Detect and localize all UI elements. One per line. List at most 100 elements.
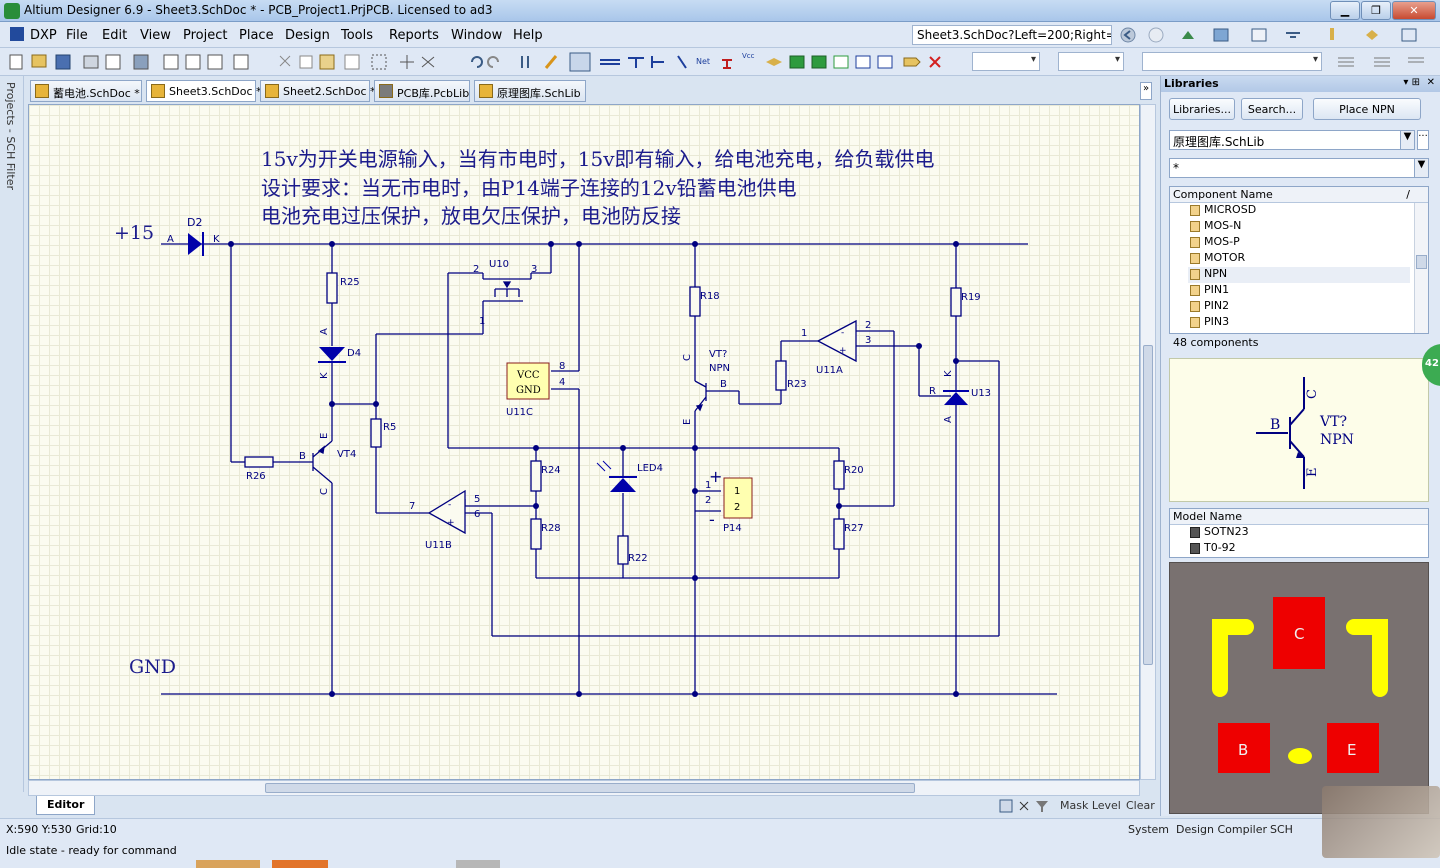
list-item[interactable]: T0-92	[1188, 541, 1236, 557]
mask-filter-icons[interactable]	[998, 798, 1054, 814]
menu-edit[interactable]: Edit	[102, 28, 127, 43]
svg-text:+: +	[709, 467, 722, 486]
opamp-u11a[interactable]: - + 1 2 3 U11A	[801, 319, 871, 376]
component-name: MOS-P	[1204, 235, 1240, 248]
panel-close-icon[interactable]: ✕	[1427, 77, 1435, 88]
svg-text:R24: R24	[541, 465, 561, 476]
place-component-button[interactable]: Place NPN	[1313, 98, 1421, 120]
window-controls: ▁ ❐ ✕	[1330, 1, 1436, 20]
component-name: MOTOR	[1204, 251, 1246, 264]
restore-button[interactable]: ❐	[1361, 1, 1391, 20]
chevron-down-icon[interactable]: ▼	[1414, 159, 1428, 177]
svg-text:R19: R19	[961, 292, 981, 303]
toolbar-combo-2[interactable]	[1058, 52, 1124, 71]
menu-file[interactable]: File	[66, 28, 88, 43]
resistors[interactable]	[244, 272, 962, 565]
menu-project[interactable]: Project	[183, 28, 227, 43]
schematic-horizontal-scrollbar[interactable]	[28, 780, 1140, 796]
tab-editor[interactable]: Editor	[36, 796, 96, 815]
toolbar-combo-1[interactable]	[972, 52, 1040, 71]
tab-battery-schdoc[interactable]: 蓄电池.SchDoc *	[30, 80, 142, 102]
list-item[interactable]: PIN1	[1188, 283, 1229, 299]
taskbar-item[interactable]	[196, 860, 260, 868]
close-button[interactable]: ✕	[1392, 1, 1436, 20]
nav-toolbar-icons[interactable]	[1118, 25, 1436, 45]
svg-text:LED4: LED4	[637, 463, 663, 474]
taskbar-item[interactable]	[456, 860, 500, 868]
diode-d2[interactable]: D2 A K	[167, 216, 220, 256]
transistor-npn[interactable]	[694, 380, 707, 412]
list-item[interactable]: SOTN23	[1188, 525, 1249, 541]
svg-text:K: K	[943, 370, 954, 377]
menu-help[interactable]: Help	[513, 28, 543, 43]
diode-d4[interactable]: D4 A K	[318, 328, 361, 379]
minimize-button[interactable]: ▁	[1330, 1, 1360, 20]
tab-sheet3-schdoc[interactable]: Sheet3.SchDoc *	[146, 80, 262, 102]
svg-text:B: B	[299, 451, 306, 462]
list-item[interactable]: MOS-N	[1188, 219, 1241, 235]
menu-place[interactable]: Place	[239, 28, 274, 43]
led-led4[interactable]: LED4	[596, 460, 663, 492]
menu-reports[interactable]: Reports	[389, 28, 439, 43]
list-item-selected[interactable]: NPN	[1188, 267, 1410, 283]
list-item[interactable]: PIN2	[1188, 299, 1229, 315]
note-line-2: 设计要求：当无市电时，由P14端子连接的12v铅蓄电池供电	[261, 176, 797, 200]
tab-schlib[interactable]: 原理图库.SchLib	[474, 80, 586, 102]
clear-button[interactable]: Clear	[1126, 799, 1155, 812]
search-button[interactable]: Search...	[1241, 98, 1303, 120]
component-list-header[interactable]: Component Name /	[1170, 187, 1428, 203]
menu-dxp[interactable]: DXP	[30, 28, 57, 43]
component-filter-field[interactable]: * ▼	[1169, 158, 1429, 178]
component-icon	[1190, 205, 1200, 216]
resistor-r22	[617, 535, 629, 565]
panel-pin-icon[interactable]: ▾ ⊞	[1403, 77, 1420, 88]
tabs-overflow-button[interactable]: »	[1140, 82, 1152, 100]
mosfet-u10[interactable]	[482, 273, 532, 321]
library-options-button[interactable]: ···	[1417, 130, 1429, 150]
document-tabs: 蓄电池.SchDoc * Sheet3.SchDoc * Sheet2.SchD…	[28, 78, 1154, 104]
mask-level-label[interactable]: Mask Level	[1060, 799, 1121, 812]
status-tab-sch[interactable]: SCH	[1270, 823, 1293, 836]
menu-design[interactable]: Design	[285, 28, 330, 43]
menu-tools[interactable]: Tools	[341, 28, 373, 43]
tab-label: Sheet2.SchDoc *	[283, 85, 376, 98]
chevron-down-icon[interactable]: ▼	[1400, 131, 1414, 149]
status-tab-design-compiler[interactable]: Design Compiler	[1176, 823, 1267, 836]
transistor-vt4[interactable]	[312, 440, 333, 484]
model-list-header[interactable]: Model Name	[1170, 509, 1428, 525]
toolbar-icons[interactable]: Net Vcc	[0, 48, 960, 76]
altium-logo-icon	[4, 3, 20, 19]
tab-sheet2-schdoc[interactable]: Sheet2.SchDoc *	[260, 80, 376, 102]
tab-label: Sheet3.SchDoc *	[169, 85, 262, 98]
svg-text:2: 2	[734, 502, 740, 513]
list-item[interactable]: MOTOR	[1188, 251, 1245, 267]
svg-text:-: -	[448, 500, 451, 510]
list-item[interactable]: PIN3	[1188, 315, 1229, 331]
toolbar-combo-3[interactable]	[1142, 52, 1322, 71]
taskbar-item[interactable]	[272, 860, 328, 868]
status-tab-system[interactable]: System	[1128, 823, 1169, 836]
vertical-scroll-thumb[interactable]	[1143, 345, 1153, 665]
component-name: PIN3	[1204, 315, 1230, 328]
projects-panel-strip[interactable]: Projects - SCH Filter	[0, 76, 24, 792]
list-scroll-thumb[interactable]	[1416, 255, 1427, 269]
library-select[interactable]: 原理图库.SchLib ▼	[1169, 130, 1415, 150]
schematic-canvas[interactable]: 15v为开关电源输入，当有市电时，15v即有输入，给电池充电，给负载供电 设计要…	[28, 104, 1140, 780]
menu-view[interactable]: View	[140, 28, 171, 43]
list-item[interactable]: MOS-P	[1188, 235, 1240, 251]
opamp-u11b[interactable]: - + 5 6 7 U11B	[409, 489, 480, 551]
schematic-drawing: 15v为开关电源输入，当有市电时，15v即有输入，给电池充电，给负载供电 设计要…	[114, 147, 1057, 697]
document-path-field[interactable]: Sheet3.SchDoc?Left=200;Right=	[912, 25, 1112, 45]
libraries-button[interactable]: Libraries...	[1169, 98, 1235, 120]
connector-p14[interactable]: 1 2 1 2 P14 + -	[705, 467, 753, 534]
model-column-label: Model Name	[1173, 510, 1242, 523]
toolbar-icons-right[interactable]	[1328, 48, 1428, 76]
component-list-scrollbar[interactable]	[1414, 203, 1428, 333]
horizontal-scroll-thumb[interactable]	[265, 783, 915, 793]
projects-panel-label[interactable]: Projects - SCH Filter	[4, 82, 17, 190]
list-item[interactable]: MICROSD	[1188, 203, 1256, 219]
schematic-vertical-scrollbar[interactable]	[1140, 104, 1156, 780]
svg-text:R26: R26	[246, 471, 266, 482]
menu-window[interactable]: Window	[451, 28, 502, 43]
tab-pcblib[interactable]: PCB库.PcbLib	[374, 80, 470, 102]
